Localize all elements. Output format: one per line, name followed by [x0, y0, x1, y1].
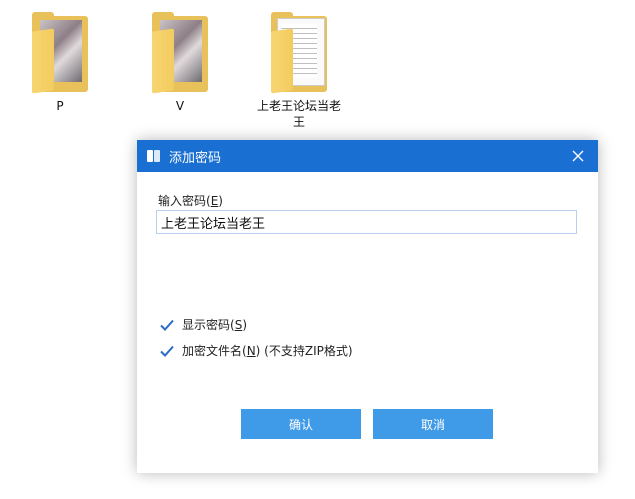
checkmark-icon — [160, 319, 174, 331]
password-input[interactable] — [156, 210, 577, 234]
cancel-button[interactable]: 取消 — [373, 409, 493, 439]
show-password-label: 显示密码(S) — [182, 318, 247, 332]
folder-v[interactable]: V — [130, 12, 230, 114]
folder-label: V — [175, 99, 185, 113]
password-label: 输入密码(E) — [158, 194, 223, 208]
folder-label-line2: 王 — [292, 115, 305, 129]
dialog-titlebar[interactable]: 添加密码 — [137, 140, 598, 172]
folder-icon — [148, 12, 212, 94]
folder-label: 上老王论坛当老 王 — [249, 98, 349, 130]
add-password-dialog: 添加密码 输入密码(E) 显示密码(S) 加密文件名(N) (不支持ZIP格式)… — [137, 140, 598, 473]
checkmark-icon — [160, 345, 174, 357]
folder-icon — [267, 12, 331, 94]
confirm-button[interactable]: 确认 — [241, 409, 361, 439]
encrypt-filenames-checkbox[interactable]: 加密文件名(N) (不支持ZIP格式) — [159, 342, 353, 359]
folder-label-line1: 上老王论坛当老 — [256, 99, 341, 113]
archive-icon — [147, 149, 161, 163]
folder-icon — [28, 12, 92, 94]
close-button[interactable] — [566, 144, 590, 168]
folder-label: P — [56, 99, 64, 113]
dialog-title: 添加密码 — [169, 150, 222, 166]
close-icon — [572, 150, 584, 162]
folder-docs[interactable]: 上老王论坛当老 王 — [249, 12, 349, 130]
folder-p[interactable]: P — [10, 12, 110, 114]
encrypt-filenames-label: 加密文件名(N) (不支持ZIP格式) — [182, 344, 353, 358]
show-password-checkbox[interactable]: 显示密码(S) — [159, 316, 247, 333]
